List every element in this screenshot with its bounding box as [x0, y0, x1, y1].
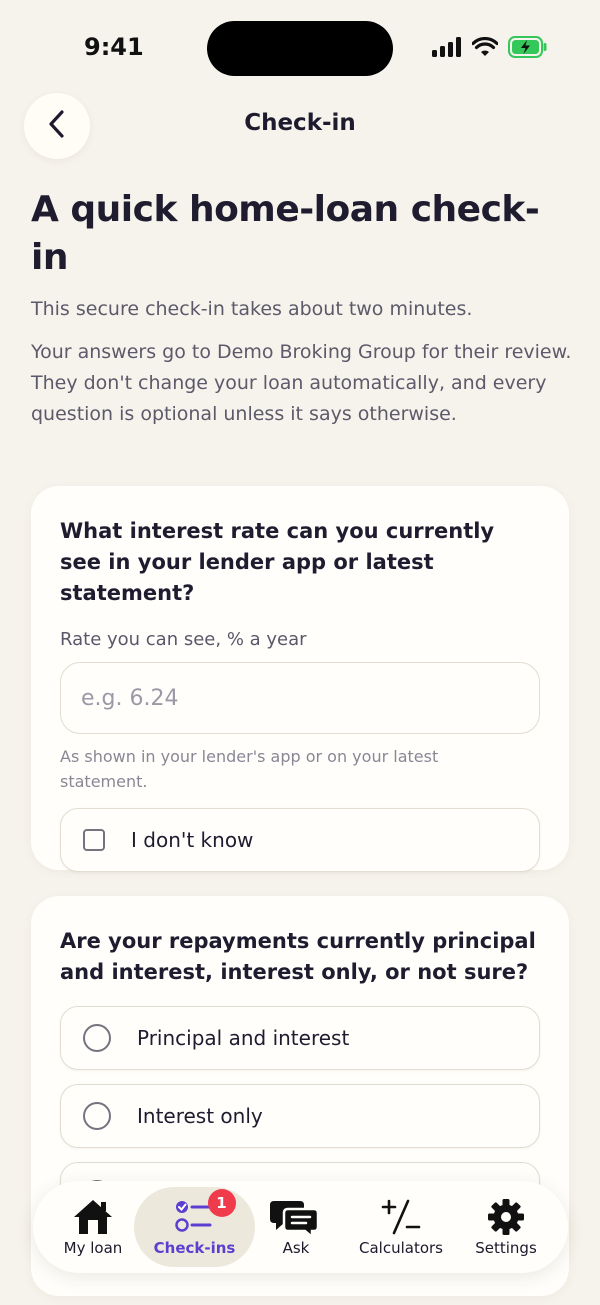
radio-label: Interest only: [137, 1104, 263, 1128]
question-text: Are your repayments currently principal …: [60, 929, 536, 984]
radio-button[interactable]: [83, 1024, 111, 1052]
radio-option-interest-only[interactable]: Interest only: [60, 1084, 540, 1148]
question-card-interest-rate: What interest rate can you currently see…: [31, 486, 569, 872]
radio-option-principal-and-interest[interactable]: Principal and interest: [60, 1006, 540, 1070]
intro-body: Your answers go to Demo Broking Group fo…: [31, 341, 572, 425]
question-text: What interest rate can you currently see…: [60, 519, 495, 605]
nav-title: Check-in: [244, 110, 356, 136]
dont-know-checkbox-row[interactable]: I don't know: [60, 808, 540, 872]
signal-icon: [432, 37, 462, 57]
home-icon: [72, 1197, 114, 1237]
dynamic-island: [207, 21, 393, 76]
bottom-tab-bar: My loan 1 Check-ins Ask Calculators Sett…: [33, 1181, 568, 1273]
tab-my-loan[interactable]: My loan: [45, 1181, 141, 1273]
status-time: 9:41: [84, 33, 144, 61]
intro-subtitle: This secure check-in takes about two min…: [31, 298, 473, 320]
calculator-icon: [381, 1197, 421, 1237]
tab-label: Calculators: [359, 1239, 443, 1257]
tab-settings[interactable]: Settings: [461, 1181, 551, 1273]
field-label: Rate you can see, % a year: [60, 629, 307, 650]
tab-calculators[interactable]: Calculators: [349, 1181, 453, 1273]
chat-bubbles-icon: [270, 1197, 322, 1237]
status-icons: [432, 36, 548, 58]
tab-label: Settings: [475, 1239, 537, 1257]
tab-ask[interactable]: Ask: [255, 1181, 337, 1273]
help-text: As shown in your lender's app or on your…: [60, 747, 439, 791]
wifi-icon: [472, 37, 498, 57]
status-bar: 9:41: [0, 0, 600, 96]
gear-icon: [487, 1197, 525, 1237]
interest-rate-input[interactable]: [60, 662, 540, 734]
battery-charging-icon: [508, 36, 548, 58]
tab-label: Check-ins: [153, 1239, 236, 1257]
checkbox-label: I don't know: [131, 828, 254, 852]
tab-label: Ask: [282, 1239, 310, 1257]
checklist-icon: 1: [174, 1189, 236, 1237]
checkbox[interactable]: [83, 829, 105, 851]
tab-label: My loan: [63, 1239, 123, 1257]
nav-header: Check-in: [0, 92, 600, 160]
radio-button[interactable]: [83, 1102, 111, 1130]
radio-label: Principal and interest: [137, 1026, 350, 1050]
page-title: A quick home-loan check-in: [31, 189, 540, 278]
tab-check-ins[interactable]: 1 Check-ins: [134, 1187, 255, 1267]
intro-section: A quick home-loan check-in This secure c…: [31, 186, 576, 430]
notification-badge: 1: [207, 1189, 236, 1217]
